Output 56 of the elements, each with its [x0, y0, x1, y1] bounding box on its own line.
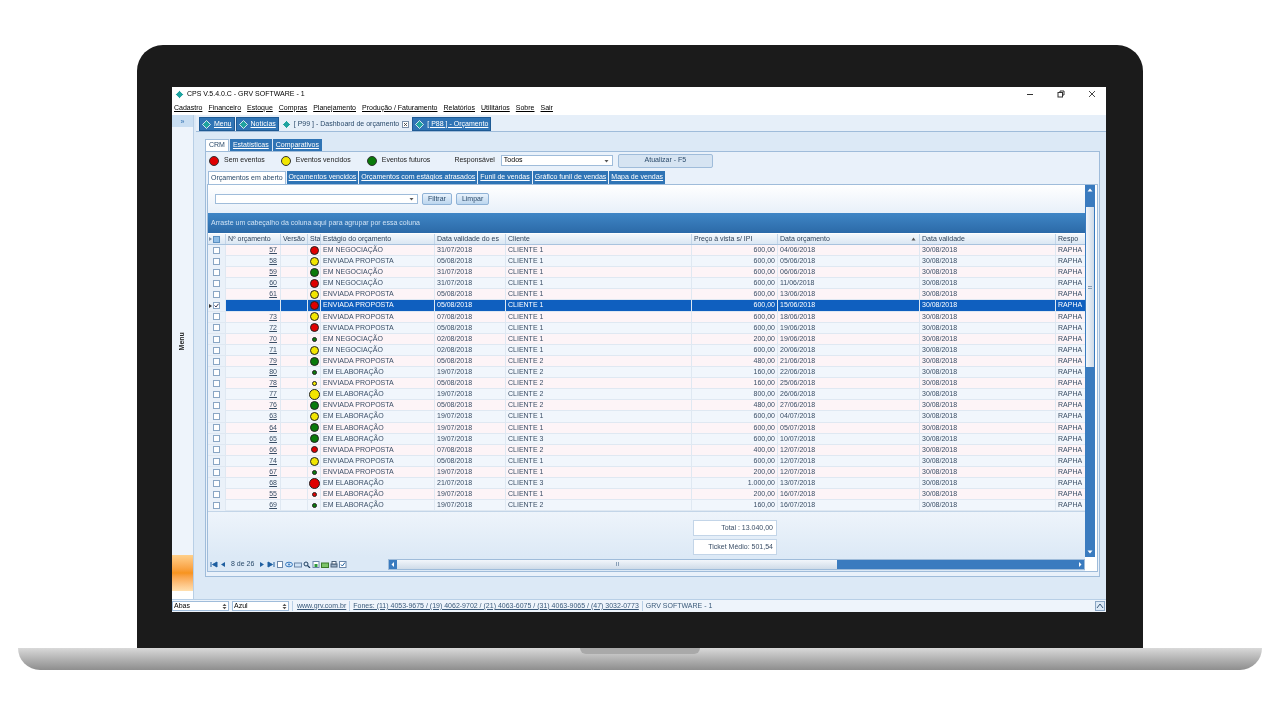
scrollbar-thumb[interactable] [1086, 207, 1094, 367]
row-checkbox[interactable] [213, 335, 220, 343]
row-checkbox[interactable] [213, 391, 220, 399]
diamond-icon [415, 119, 425, 129]
row-checkbox[interactable] [213, 302, 220, 310]
last-page-icon[interactable] [267, 560, 276, 568]
dropdown-icon[interactable] [603, 158, 609, 163]
row-checkbox[interactable] [213, 413, 220, 421]
row-checkbox[interactable] [213, 313, 220, 321]
row-checkbox[interactable] [213, 346, 220, 354]
eye-icon[interactable] [285, 560, 294, 568]
row-checkbox[interactable] [213, 268, 220, 276]
vertical-scrollbar[interactable] [1085, 185, 1095, 557]
restore-icon[interactable] [1057, 90, 1065, 98]
row-checkbox[interactable] [213, 246, 220, 254]
spinner-icon[interactable] [222, 602, 227, 610]
row-checkbox[interactable] [213, 379, 220, 387]
dropdown-icon[interactable] [409, 197, 414, 201]
row-checkbox[interactable] [213, 457, 220, 465]
printer-icon[interactable] [330, 560, 339, 568]
row-checkbox[interactable] [213, 280, 220, 288]
row-checkbox[interactable] [213, 468, 220, 476]
row-checkbox[interactable] [213, 490, 220, 498]
first-page-icon[interactable] [210, 560, 218, 568]
row-checkbox[interactable] [213, 257, 220, 265]
row-checkbox[interactable] [213, 357, 220, 365]
close-icon[interactable] [1088, 90, 1096, 98]
diamond-icon [281, 119, 291, 129]
row-checkbox[interactable] [213, 424, 220, 432]
document-icon[interactable] [276, 560, 285, 568]
checkbox-icon[interactable] [339, 560, 348, 568]
row-checkbox[interactable] [213, 291, 220, 299]
row-checkbox[interactable] [213, 501, 220, 509]
horizontal-scrollbar[interactable] [388, 558, 1085, 570]
select-all-icon[interactable] [213, 235, 220, 243]
scroll-right-icon[interactable] [1076, 559, 1084, 569]
row-checkbox[interactable] [213, 324, 220, 332]
next-page-icon[interactable] [258, 560, 267, 568]
accent-bar [172, 555, 193, 591]
folder-icon[interactable] [321, 560, 330, 568]
export-icon[interactable] [312, 560, 321, 568]
filter-field[interactable] [215, 194, 418, 204]
row-checkbox[interactable] [213, 446, 220, 454]
scroll-left-icon[interactable] [389, 559, 398, 569]
diamond-icon [202, 119, 211, 129]
scrollbar-thumb[interactable] [397, 559, 838, 569]
spinner-icon[interactable] [282, 602, 287, 610]
previous-page-icon[interactable] [219, 560, 227, 568]
diamond-icon [238, 119, 248, 129]
row-checkbox[interactable] [213, 435, 220, 443]
search-icon[interactable] [303, 560, 312, 568]
close-icon[interactable] [402, 120, 410, 128]
sort-ascending-icon[interactable] [911, 237, 916, 241]
row-checkbox[interactable] [213, 402, 220, 410]
row-checkbox[interactable] [213, 368, 220, 376]
row-checkbox[interactable] [213, 479, 220, 487]
